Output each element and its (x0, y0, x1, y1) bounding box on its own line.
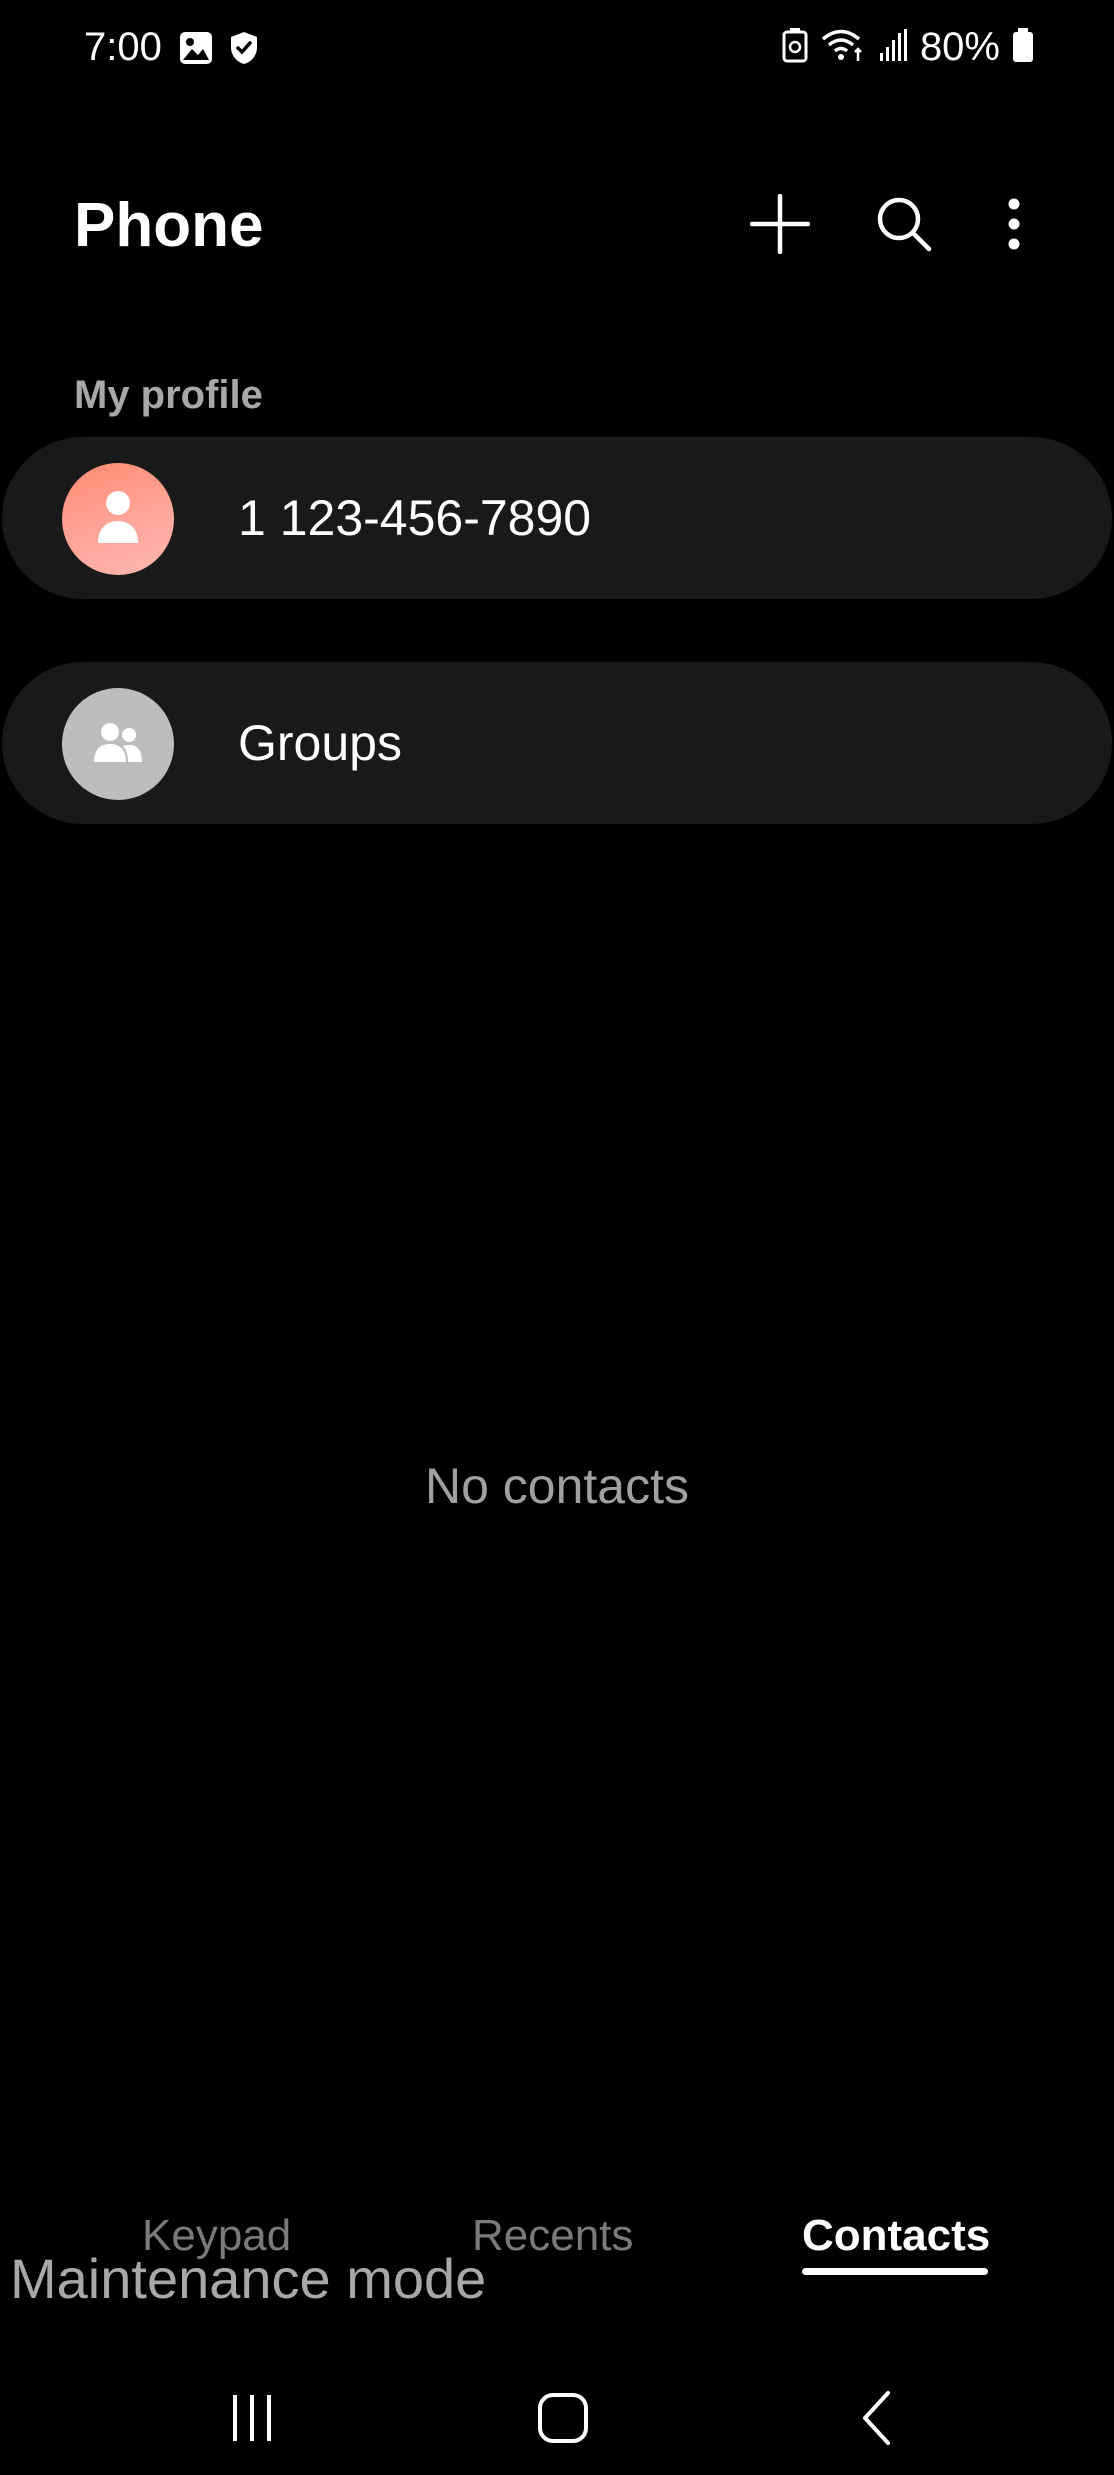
battery-icon (1012, 27, 1034, 68)
tab-recents[interactable]: Recents (472, 2208, 633, 2264)
search-icon (875, 195, 933, 258)
groups-row[interactable]: Groups (2, 662, 1112, 824)
empty-state-text: No contacts (424, 1458, 689, 1514)
tab-selected-indicator (802, 2268, 988, 2275)
search-button[interactable] (868, 190, 940, 262)
group-icon (91, 718, 145, 771)
back-icon (860, 2390, 892, 2451)
status-left-icons (178, 30, 260, 71)
home-button[interactable] (513, 2370, 613, 2470)
add-contact-button[interactable] (744, 190, 816, 262)
status-bar: 7:00 80% (0, 0, 1114, 100)
my-profile-row[interactable]: 1 123-456-7890 (2, 437, 1112, 599)
add-icon (749, 193, 811, 259)
recent-apps-button[interactable] (202, 2370, 302, 2470)
groups-label: Groups (238, 715, 402, 771)
back-button[interactable] (826, 2370, 926, 2470)
section-label-my-profile: My profile (74, 373, 263, 417)
more-options-button[interactable] (978, 190, 1050, 262)
status-right-icons: 80% (782, 22, 1034, 72)
home-icon (537, 2392, 589, 2449)
avatar (62, 688, 174, 800)
wifi-icon (820, 27, 866, 68)
shield-icon (228, 30, 260, 71)
battery-percent: 80% (919, 25, 1000, 69)
more-options-icon (1007, 198, 1021, 255)
status-time: 7:00 (84, 25, 162, 69)
signal-icon (878, 27, 908, 68)
avatar (62, 463, 174, 575)
recent-apps-icon (227, 2393, 277, 2448)
battery-saver-icon (782, 27, 808, 68)
profile-name: 1 123-456-7890 (238, 490, 592, 546)
maintenance-mode-label: Maintenance mode (10, 2247, 487, 2310)
page-title: Phone (74, 191, 264, 260)
gallery-icon (178, 30, 214, 71)
tab-contacts[interactable]: Contacts (802, 2208, 990, 2264)
person-icon (94, 487, 142, 552)
